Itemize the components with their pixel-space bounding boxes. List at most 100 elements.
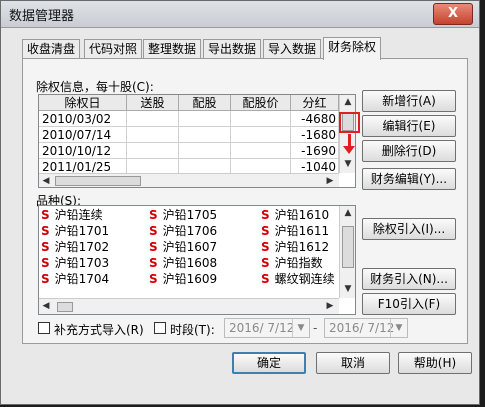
variety-s-icon: S [41, 272, 50, 286]
date-from-value: 2016/ 7/12 [229, 321, 295, 335]
tab-organize-data[interactable]: 整理数据 [143, 39, 202, 59]
list-item[interactable]: S 沪铅1608 [149, 256, 217, 271]
scroll-down-icon[interactable]: ▼ [340, 282, 355, 296]
variety-s-icon: S [261, 208, 270, 222]
column-header-dividend[interactable]: 分红 [291, 95, 339, 111]
list-item[interactable]: S 沪铅1703 [41, 256, 109, 271]
list-item[interactable]: S 沪铅指数 [261, 256, 323, 271]
chevron-down-icon[interactable]: ▼ [292, 319, 309, 337]
supplement-import-checkbox[interactable] [38, 322, 50, 334]
rights-grid[interactable]: 除权日 送股 配股 配股价 分红 2010/03/02 -4680 2010/0… [38, 94, 356, 188]
list-horizontal-scrollbar[interactable]: ◀ ▶ [39, 298, 339, 314]
list-item[interactable]: S 沪铅1609 [149, 272, 217, 287]
variety-s-icon: S [261, 224, 270, 238]
rights-import-button[interactable]: 除权引入(I)... [362, 218, 456, 240]
cell-allot-price [231, 143, 291, 159]
column-header-date[interactable]: 除权日 [39, 95, 127, 111]
supplement-import-label: 补充方式导入(R) [54, 323, 144, 337]
tab-import-data[interactable]: 导入数据 [263, 39, 322, 59]
column-header-bonus[interactable]: 送股 [127, 95, 179, 111]
grid-horizontal-scrollbar[interactable]: ◀ ▶ [39, 173, 339, 187]
tab-export-data[interactable]: 导出数据 [203, 39, 262, 59]
list-item-label: 沪铅1610 [274, 208, 330, 222]
cell-bonus [127, 111, 179, 127]
list-item[interactable]: S 沪铅1706 [149, 224, 217, 239]
scroll-thumb[interactable] [57, 302, 73, 312]
variety-s-icon: S [41, 240, 50, 254]
help-button[interactable]: 帮助(H) [398, 352, 472, 374]
cell-allot [179, 111, 231, 127]
variety-s-icon: S [41, 208, 50, 222]
cell-allot [179, 143, 231, 159]
period-checkbox[interactable] [154, 322, 166, 334]
list-item-label: 螺纹钢连续 [274, 272, 335, 286]
cell-allot-price [231, 111, 291, 127]
list-item-label: 沪铅指数 [274, 256, 323, 270]
cell-allot [179, 127, 231, 143]
tab-code-mapping[interactable]: 代码对照 [84, 39, 143, 59]
scroll-down-icon[interactable]: ▼ [340, 157, 355, 171]
scroll-right-icon[interactable]: ▶ [323, 299, 337, 314]
list-item-label: 沪铅1706 [162, 224, 218, 238]
scroll-up-icon[interactable]: ▲ [340, 95, 355, 109]
cell-allot-price [231, 127, 291, 143]
scroll-left-icon[interactable]: ◀ [39, 299, 53, 314]
list-item[interactable]: S 沪铅连续 [41, 208, 103, 223]
cell-dividend: -4680 [291, 111, 339, 127]
rights-info-label: 除权信息，每十股(C): [36, 80, 154, 94]
cell-date: 2010/10/12 [39, 143, 127, 159]
variety-s-icon: S [149, 224, 158, 238]
list-item[interactable]: S 沪铅1610 [261, 208, 329, 223]
scroll-right-icon[interactable]: ▶ [323, 174, 337, 187]
scroll-left-icon[interactable]: ◀ [39, 174, 53, 187]
column-header-allot[interactable]: 配股 [179, 95, 231, 111]
cell-date: 2010/03/02 [39, 111, 127, 127]
list-item[interactable]: S 沪铅1704 [41, 272, 109, 287]
scroll-thumb[interactable] [55, 176, 141, 186]
list-item-label: 沪铅1609 [162, 272, 218, 286]
f10-import-button[interactable]: F10引入(F) [362, 293, 456, 315]
tab-close-clear[interactable]: 收盘清盘 [22, 39, 81, 59]
date-from-picker[interactable]: 2016/ 7/12 ▼ [224, 318, 310, 338]
list-item-label: 沪铅1611 [274, 224, 330, 238]
list-item[interactable]: S 沪铅1607 [149, 240, 217, 255]
arrow-head-icon [343, 146, 355, 154]
ok-button[interactable]: 确定 [232, 352, 306, 374]
list-item[interactable]: S 沪铅1611 [261, 224, 329, 239]
variety-s-icon: S [41, 224, 50, 238]
edit-row-button[interactable]: 编辑行(E) [362, 115, 456, 137]
chevron-down-icon[interactable]: ▼ [390, 319, 407, 337]
variety-list[interactable]: S 沪铅连续 S 沪铅1705 S 沪铅1610 S 沪铅1701 S 沪铅1706 S沪… [38, 205, 356, 315]
variety-s-icon: S [149, 272, 158, 286]
list-item[interactable]: S 沪铅1702 [41, 240, 109, 255]
list-item[interactable]: S 沪铅1701 [41, 224, 109, 239]
variety-s-icon: S [149, 256, 158, 270]
list-item-label: 沪铅1704 [54, 272, 110, 286]
list-item-label: 沪铅1701 [54, 224, 110, 238]
cell-date: 2010/07/14 [39, 127, 127, 143]
list-vertical-scrollbar[interactable]: ▲ ▼ [339, 206, 355, 298]
date-separator: - [313, 321, 318, 335]
list-item[interactable]: S 沪铅1705 [149, 208, 217, 223]
finance-import-button[interactable]: 财务引入(N)... [362, 268, 456, 290]
column-header-allot-price[interactable]: 配股价 [231, 95, 291, 111]
list-item-label: 沪铅1608 [162, 256, 218, 270]
list-item-label: 沪铅1702 [54, 240, 110, 254]
list-item-label: 沪铅1703 [54, 256, 110, 270]
cancel-button[interactable]: 取消 [316, 352, 390, 374]
close-button[interactable]: X [433, 3, 473, 25]
scroll-thumb[interactable] [342, 226, 354, 268]
tab-finance-rights[interactable]: 财务除权 [323, 37, 382, 60]
variety-s-icon: S [149, 208, 158, 222]
scroll-up-icon[interactable]: ▲ [340, 206, 355, 220]
list-item[interactable]: S 沪铅1612 [261, 240, 329, 255]
cell-bonus [127, 127, 179, 143]
highlight-box [339, 112, 360, 133]
delete-row-button[interactable]: 删除行(D) [362, 140, 456, 162]
date-to-picker[interactable]: 2016/ 7/12 ▼ [324, 318, 408, 338]
date-to-value: 2016/ 7/12 [329, 321, 395, 335]
title-bar[interactable]: 数据管理器 X [1, 1, 479, 28]
add-row-button[interactable]: 新增行(A) [362, 90, 456, 112]
finance-edit-button[interactable]: 财务编辑(Y)... [362, 168, 456, 190]
list-item[interactable]: S 螺纹钢连续 [261, 272, 335, 287]
